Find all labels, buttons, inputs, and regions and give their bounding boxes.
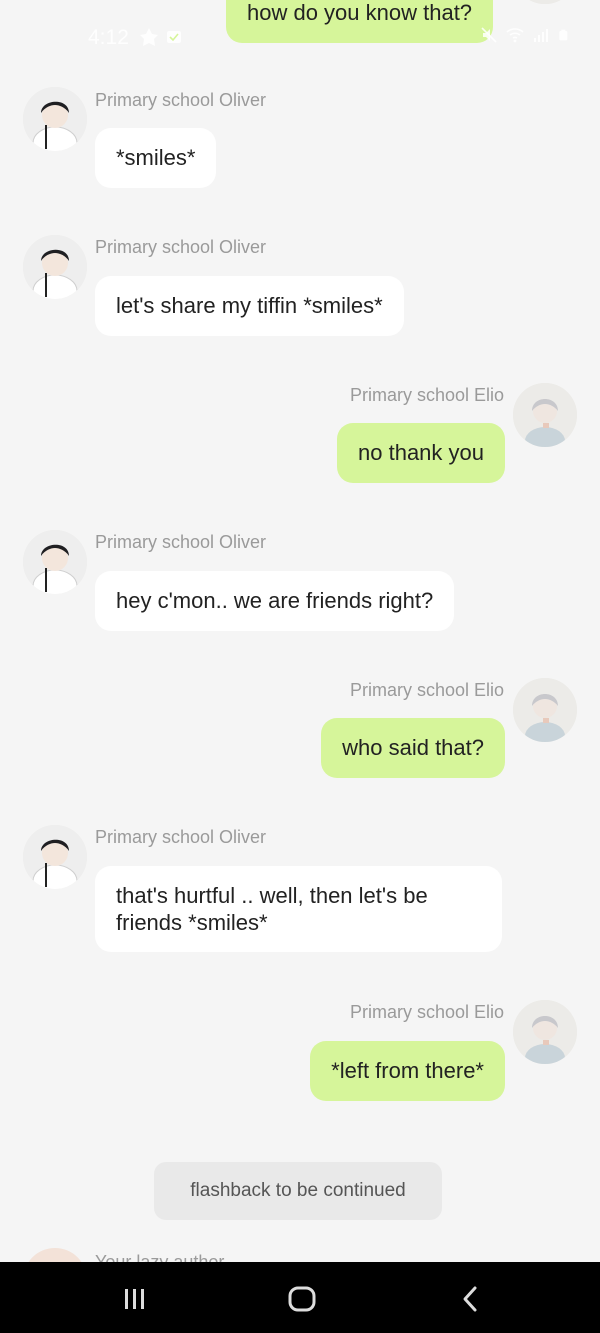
message-bubble-incoming[interactable]: *smiles* (95, 128, 217, 188)
narration-text: flashback to be continued (190, 1180, 406, 1201)
home-button[interactable] (282, 1282, 322, 1316)
message-text: who said that? (342, 735, 484, 760)
status-time: 4:12 (88, 26, 129, 49)
sender-name: Primary school Oliver (95, 532, 267, 552)
narration-message: flashback to be continued (154, 1162, 442, 1220)
avatar-oliver[interactable] (23, 530, 87, 594)
message-text: that's hurtful .. well, then let's be fr… (116, 883, 428, 935)
chat-area[interactable]: how do you know that? 4:12 Primary schoo… (0, 0, 600, 1262)
avatar-oliver[interactable] (23, 235, 87, 299)
message-text: let's share my tiffin *smiles* (116, 293, 383, 318)
message-text: hey c'mon.. we are friends right? (116, 588, 434, 613)
sender-name: Primary school Oliver (95, 90, 267, 110)
message-text: *left from there* (331, 1058, 484, 1083)
navigation-bar (0, 1262, 600, 1333)
avatar-oliver[interactable] (23, 825, 87, 889)
message-text: no thank you (358, 440, 484, 465)
recents-button[interactable] (115, 1282, 155, 1316)
avatar-author[interactable] (23, 1248, 87, 1262)
avatar-elio[interactable] (513, 0, 577, 4)
sender-name: Primary school Elio (349, 385, 504, 405)
sender-name: Primary school Oliver (95, 827, 267, 847)
recents-icon (125, 1289, 144, 1309)
notification-icon (140, 28, 158, 46)
avatar-elio[interactable] (513, 678, 577, 742)
message-bubble-incoming[interactable]: hey c'mon.. we are friends right? (95, 571, 455, 631)
message-bubble-outgoing[interactable]: who said that? (321, 718, 505, 778)
sender-name: Primary school Oliver (95, 237, 267, 257)
message-bubble-outgoing[interactable]: no thank you (337, 423, 505, 483)
sender-name: Your lazy author (95, 1252, 225, 1262)
back-button[interactable] (450, 1282, 490, 1316)
sender-name: Primary school Elio (349, 680, 504, 700)
home-icon (288, 1286, 316, 1312)
avatar-oliver[interactable] (23, 87, 87, 151)
avatar-elio[interactable] (513, 383, 577, 447)
battery-icon (559, 29, 568, 41)
signal-icon (534, 29, 548, 42)
message-bubble-incoming[interactable]: that's hurtful .. well, then let's be fr… (95, 866, 502, 952)
sender-name: Primary school Elio (349, 1002, 504, 1022)
message-text: *smiles* (116, 145, 196, 170)
message-bubble-incoming[interactable]: let's share my tiffin *smiles* (95, 276, 404, 336)
avatar-elio[interactable] (513, 1000, 577, 1064)
message-notification-icon (167, 31, 181, 43)
back-icon (463, 1286, 477, 1312)
message-text: how do you know that? (247, 0, 473, 25)
message-bubble-outgoing[interactable]: how do you know that? (226, 0, 494, 43)
message-bubble-outgoing[interactable]: *left from there* (310, 1041, 505, 1101)
wifi-icon (506, 28, 524, 43)
